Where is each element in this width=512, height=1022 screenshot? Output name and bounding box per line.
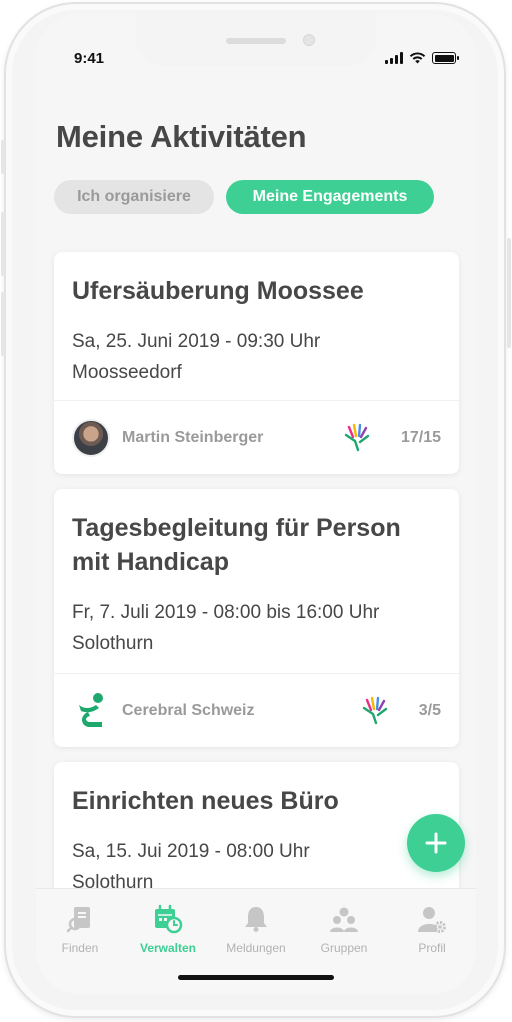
plus-icon [425, 832, 447, 854]
status-time: 9:41 [74, 50, 105, 67]
tab-label: Meldungen [226, 941, 286, 955]
organizer-name: Cerebral Schweiz [122, 701, 255, 719]
tab-label: Profil [418, 941, 446, 955]
segment-ich-organisiere[interactable]: Ich organisiere [54, 180, 214, 214]
user-settings-icon [418, 907, 446, 933]
notch [136, 14, 376, 66]
volume-up-button [1, 212, 5, 276]
segment-meine-engagements[interactable]: Meine Engagements [226, 180, 434, 214]
activity-title: Tagesbegleitung für Person mit Handicap [72, 514, 401, 576]
group-icon [330, 907, 358, 932]
card-footer: Martin Steinberger 17/15 [54, 400, 459, 474]
front-camera [303, 34, 315, 46]
speaker [226, 38, 286, 44]
status-icons [385, 52, 459, 64]
activity-title: Ufersäuberung Moossee [72, 277, 364, 305]
tab-bar: Finden Verwalten Meldungen Gruppen Profi… [36, 888, 476, 994]
tab-meldungen[interactable]: Meldungen [212, 903, 300, 994]
activity-card[interactable]: Ufersäuberung Moossee Sa, 25. Juni 2019 … [54, 252, 459, 474]
calendar-clock-icon [155, 904, 183, 934]
organizer-avatar [72, 418, 110, 457]
tab-label: Verwalten [139, 941, 197, 955]
cellular-signal-icon [385, 52, 403, 64]
power-button [507, 238, 511, 348]
activity-datetime: Sa, 15. Jui 2019 - 08:00 Uhr [72, 841, 310, 862]
helping-hands-icon [362, 696, 387, 724]
tab-verwalten[interactable]: Verwalten [124, 903, 212, 994]
tab-profil[interactable]: Profil [388, 903, 476, 994]
cerebral-logo-icon [79, 692, 103, 727]
battery-icon [432, 52, 459, 64]
mute-switch [1, 140, 5, 174]
participant-count: 17/15 [400, 428, 441, 446]
home-indicator[interactable] [178, 975, 334, 980]
wifi-icon [409, 52, 426, 64]
tab-label: Finden [61, 941, 99, 955]
activity-card[interactable]: Tagesbegleitung für Person mit Handicap … [54, 489, 459, 747]
activity-location: Moosseedorf [72, 362, 182, 383]
tab-finden[interactable]: Finden [36, 903, 124, 994]
activity-title: Einrichten neues Büro [72, 787, 339, 815]
helping-hands-icon [344, 423, 370, 451]
search-document-icon [66, 907, 90, 933]
activity-location: Solothurn [72, 633, 154, 654]
bell-icon [245, 907, 267, 932]
tab-gruppen[interactable]: Gruppen [300, 903, 388, 994]
app-screen: 9:41 Meine Aktivitäten Ich organisiere M… [36, 14, 476, 994]
add-activity-button[interactable] [407, 814, 465, 872]
volume-down-button [1, 292, 5, 356]
activity-datetime: Fr, 7. Juli 2019 - 08:00 bis 16:00 Uhr [72, 602, 380, 623]
participant-count: 3/5 [418, 701, 441, 719]
card-footer: Cerebral Schweiz 3/5 [54, 673, 459, 747]
organizer-name: Martin Steinberger [122, 428, 264, 446]
page-title: Meine Aktivitäten [56, 119, 307, 154]
activity-datetime: Sa, 25. Juni 2019 - 09:30 Uhr [72, 331, 321, 352]
tab-label: Gruppen [320, 941, 368, 955]
